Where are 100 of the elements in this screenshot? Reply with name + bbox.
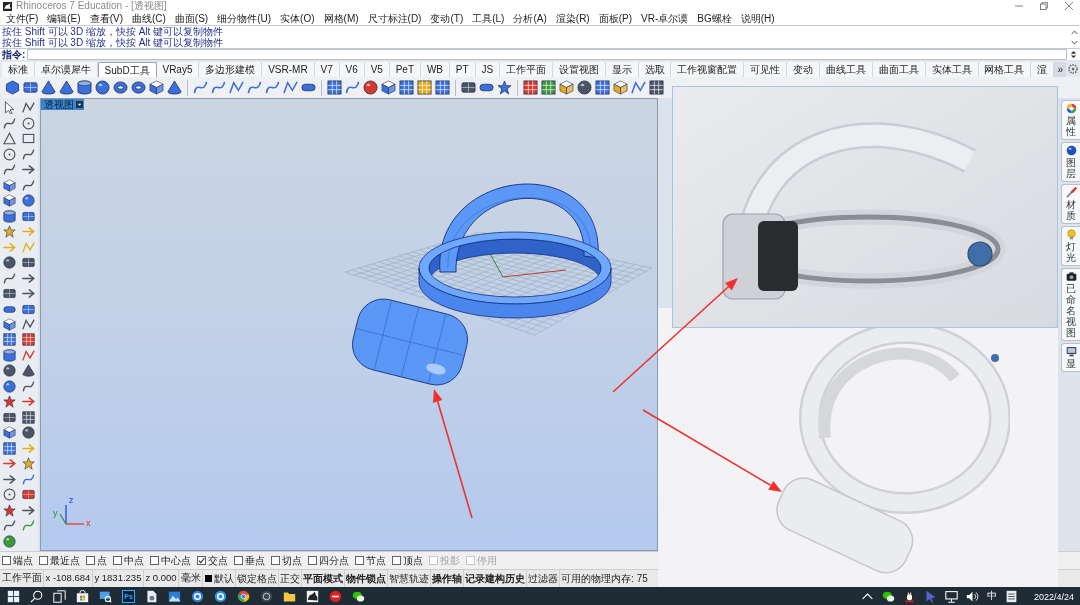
toolbar-tab[interactable]: VSR-MR [262, 62, 315, 77]
checkbox[interactable] [308, 556, 317, 565]
grid-icon[interactable] [327, 80, 342, 95]
toolbar-tab[interactable]: 多边形建模 [199, 62, 263, 77]
cone-icon[interactable] [167, 80, 182, 95]
panel-tab[interactable]: 材质 [1061, 184, 1080, 224]
taskbar-date[interactable]: 2022/4/24 [1033, 591, 1074, 603]
chat-bubbles-icon[interactable] [352, 589, 365, 603]
cone-icon[interactable] [22, 364, 35, 378]
toolbar-tab[interactable]: WB [420, 62, 450, 77]
toolbar-tab[interactable]: 标准 [2, 62, 35, 77]
cube-icon[interactable] [3, 178, 16, 192]
menu-item[interactable]: 编辑(E) [42, 12, 86, 25]
sphere-icon[interactable] [22, 194, 35, 208]
grid-icon[interactable] [3, 333, 16, 347]
sphere-icon[interactable] [577, 80, 592, 95]
toolbar-tab[interactable]: V5 [364, 62, 390, 77]
menu-item[interactable]: BG螺栓 [692, 12, 737, 25]
curve-icon[interactable] [3, 271, 16, 285]
cylinder-icon[interactable] [77, 80, 92, 95]
torus-icon[interactable] [131, 80, 146, 95]
box-icon[interactable] [3, 287, 16, 300]
curve-icon[interactable] [247, 80, 262, 95]
hexagon-icon[interactable] [5, 80, 20, 95]
panel-tab[interactable]: 灯光 [1061, 226, 1080, 266]
spin-buttons-icon[interactable] [1070, 50, 1077, 59]
curve-icon[interactable] [211, 80, 226, 95]
toolbar-tab[interactable]: 工作视窗配置 [671, 62, 745, 77]
toolbar-tab[interactable]: PeT [389, 62, 421, 77]
toolbar-tab[interactable]: 曲线工具 [819, 62, 873, 77]
curve-icon[interactable] [3, 519, 16, 533]
box-icon[interactable] [23, 80, 38, 95]
panel-tab[interactable]: 已命名视图 [1061, 268, 1080, 341]
checkbox[interactable] [392, 556, 401, 565]
grid-icon[interactable] [649, 80, 664, 95]
panel-tab[interactable]: 图层 [1061, 142, 1080, 182]
pad-model[interactable] [352, 298, 468, 386]
penguin-icon[interactable] [902, 589, 916, 603]
grid-icon[interactable] [3, 441, 16, 455]
settings-icon[interactable] [1068, 64, 1079, 74]
scroll-down-button[interactable] [1070, 39, 1078, 45]
toolbar-tab[interactable]: JS [475, 62, 501, 77]
toolbar-tab[interactable]: 曲面工具 [872, 62, 926, 77]
cube-icon[interactable] [381, 80, 396, 95]
toolbar-tab[interactable]: 设置视图 [552, 62, 606, 77]
layer-name[interactable]: 默认 [213, 571, 234, 586]
toolbar-tab[interactable]: SubD工具 [97, 62, 157, 77]
cone-icon[interactable] [59, 80, 74, 95]
checkbox[interactable] [234, 556, 243, 565]
menu-item[interactable]: 曲面(S) [170, 12, 213, 25]
scroll-up-button[interactable] [1070, 29, 1078, 35]
arrow-icon[interactable] [3, 457, 16, 471]
no-entry-icon[interactable] [329, 589, 342, 603]
menu-item[interactable]: 尺寸标注(D) [363, 12, 426, 25]
cylinder-icon[interactable] [3, 348, 16, 362]
toolbar-tab[interactable]: 实体工具 [925, 62, 979, 77]
toolbar-tab[interactable]: 渲 [1031, 62, 1055, 77]
ring-circle-icon[interactable] [191, 589, 204, 603]
viewport-menu-button[interactable]: 透视图 [41, 99, 84, 110]
folder-icon[interactable] [283, 589, 296, 603]
curve-icon[interactable] [22, 178, 35, 192]
grid-icon[interactable] [435, 80, 450, 95]
sphere-icon[interactable] [3, 256, 16, 270]
input-method-indicator[interactable]: 中 [986, 590, 997, 602]
toolbar-tab[interactable]: 工作平面 [500, 62, 553, 77]
circle-icon[interactable] [3, 147, 16, 161]
menu-item[interactable]: 分析(A) [508, 12, 552, 25]
checkbox[interactable] [355, 556, 364, 565]
grid-icon[interactable] [22, 410, 35, 424]
polyline-icon[interactable] [22, 348, 35, 362]
curve-icon[interactable] [22, 379, 35, 393]
menu-item[interactable]: 查看(V) [85, 12, 128, 25]
star-icon[interactable] [497, 80, 512, 95]
menu-item[interactable]: 曲线(C) [127, 12, 171, 25]
rectangle-icon[interactable] [22, 132, 35, 146]
file-icon[interactable] [145, 589, 158, 603]
cylinder-icon[interactable] [3, 209, 16, 223]
box-icon[interactable] [3, 410, 16, 424]
torus-icon[interactable] [113, 80, 128, 95]
notepad-icon[interactable] [1004, 589, 1018, 603]
toolbar-tab[interactable]: 变动 [787, 62, 820, 77]
monitor-icon[interactable] [944, 589, 958, 603]
search-icon[interactable] [30, 589, 43, 603]
ring-circle-icon[interactable] [214, 589, 227, 603]
checkbox[interactable] [39, 556, 48, 565]
checkbox[interactable] [271, 556, 280, 565]
grid-icon[interactable] [595, 80, 610, 95]
curve-icon[interactable] [193, 80, 208, 95]
menu-item[interactable]: 说明(H) [736, 12, 780, 25]
menu-item[interactable]: 文件(F) [1, 12, 43, 25]
toolbar-tab[interactable]: V6 [339, 62, 365, 77]
checkbox[interactable] [2, 556, 11, 565]
cube-icon[interactable] [559, 80, 574, 95]
cube-icon[interactable] [149, 80, 164, 95]
sphere-icon[interactable] [3, 379, 16, 393]
speaker-icon[interactable] [965, 589, 979, 603]
circle-icon[interactable] [22, 116, 35, 130]
checkbox[interactable] [113, 556, 122, 565]
grid-icon[interactable] [22, 333, 35, 347]
grid-icon[interactable] [399, 80, 414, 95]
